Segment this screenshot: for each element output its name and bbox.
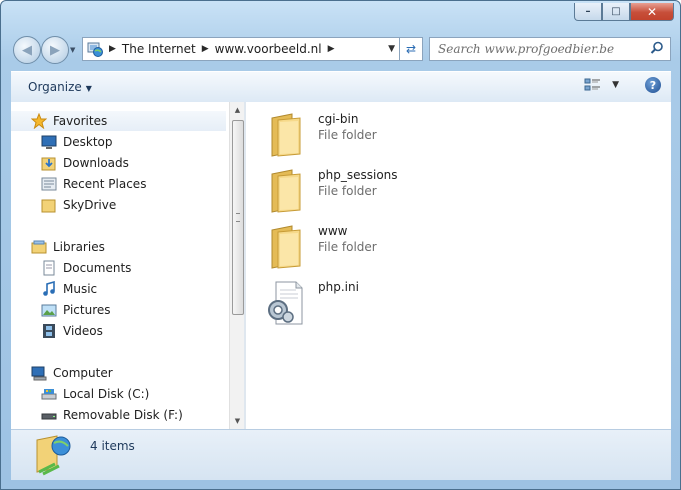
- file-type: File folder: [318, 240, 377, 254]
- maximize-icon: □: [611, 5, 621, 17]
- sidebar-item-label: Desktop: [63, 135, 113, 149]
- sidebar-item-skydrive[interactable]: SkyDrive: [41, 195, 116, 215]
- explorer-window: – □ ✕ ◀ ▶ ▼ ▶ The Internet ▶ www.voorbee…: [0, 0, 681, 490]
- minimize-button[interactable]: –: [574, 3, 602, 21]
- breadcrumb-separator-icon[interactable]: ▶: [328, 44, 335, 54]
- back-button[interactable]: ◀: [13, 36, 41, 64]
- sidebar-item-removable-disk[interactable]: Removable Disk (F:): [41, 405, 183, 425]
- file-item-php-ini[interactable]: php.ini: [266, 280, 359, 326]
- folder-icon: [271, 113, 301, 157]
- forward-arrow-icon: ▶: [50, 42, 60, 58]
- sidebar-item-local-disk[interactable]: Local Disk (C:): [41, 384, 149, 404]
- libraries-icon: [31, 240, 47, 254]
- downloads-folder-icon: [41, 157, 56, 171]
- documents-icon: [43, 260, 55, 276]
- config-file-icon: [268, 281, 303, 325]
- file-type: File folder: [318, 128, 377, 142]
- recent-places-icon: [41, 177, 57, 191]
- search-box[interactable]: Search www.profgoedbier.be: [429, 37, 671, 61]
- breadcrumb-separator-icon[interactable]: ▶: [109, 44, 116, 54]
- sidebar-item-label: Downloads: [63, 156, 129, 170]
- sidebar-item-downloads[interactable]: Downloads: [41, 153, 129, 173]
- file-name: php.ini: [318, 280, 359, 294]
- music-note-icon: [43, 281, 55, 296]
- sidebar-item-pictures[interactable]: Pictures: [41, 300, 111, 320]
- sidebar-item-desktop[interactable]: Desktop: [41, 132, 113, 152]
- file-name: cgi-bin: [318, 112, 359, 126]
- desktop-icon: [41, 135, 57, 149]
- search-icon[interactable]: [650, 41, 664, 55]
- scroll-up-icon[interactable]: ▲: [230, 102, 245, 118]
- star-icon: [31, 113, 47, 129]
- scrollbar-thumb[interactable]: [232, 120, 244, 315]
- close-button[interactable]: ✕: [630, 3, 674, 21]
- command-bar: Organize ▼ ▼ ?: [11, 71, 671, 103]
- skydrive-folder-icon: [41, 199, 56, 213]
- address-bar[interactable]: ▶ The Internet ▶ www.voorbeeld.nl ▶ ▼: [82, 37, 400, 61]
- chevron-down-icon: ▼: [85, 84, 92, 93]
- item-count: 4 items: [90, 439, 135, 453]
- sidebar-item-label: Computer: [53, 366, 113, 380]
- sidebar-item-label: Pictures: [63, 303, 111, 317]
- sidebar-item-label: Local Disk (C:): [63, 387, 150, 401]
- back-arrow-icon: ◀: [22, 42, 32, 58]
- file-name: www: [318, 224, 348, 238]
- pictures-icon: [41, 304, 57, 317]
- details-pane: 4 items: [11, 429, 671, 480]
- sidebar-item-recent-places[interactable]: Recent Places: [41, 174, 146, 194]
- change-view-icon[interactable]: [584, 77, 602, 93]
- sidebar-item-label: Recent Places: [63, 177, 147, 191]
- minimize-icon: –: [585, 5, 591, 17]
- refresh-button[interactable]: ⇄: [399, 37, 423, 61]
- breadcrumb-item-site[interactable]: www.voorbeeld.nl: [215, 42, 322, 56]
- videos-filmstrip-icon: [43, 324, 55, 338]
- sidebar-item-computer[interactable]: Computer: [31, 363, 113, 383]
- file-name: php_sessions: [318, 168, 398, 182]
- network-folder-icon: [36, 435, 71, 476]
- forward-button[interactable]: ▶: [41, 36, 69, 64]
- sidebar-item-label: Libraries: [53, 240, 105, 254]
- folder-icon: [271, 169, 301, 213]
- address-history-dropdown-icon[interactable]: ▼: [388, 44, 395, 54]
- recent-pages-dropdown-icon[interactable]: ▼: [70, 46, 75, 54]
- file-type: File folder: [318, 184, 377, 198]
- breadcrumb-item-the-internet[interactable]: The Internet: [122, 42, 196, 56]
- sidebar-item-label: Favorites: [53, 114, 108, 128]
- navigation-pane-scrollbar[interactable]: ▲ ▼: [229, 102, 245, 429]
- breadcrumb-separator-icon[interactable]: ▶: [202, 44, 209, 54]
- hard-disk-icon: [41, 389, 57, 400]
- sidebar-item-favorites[interactable]: Favorites: [31, 111, 107, 131]
- navigation-pane: Favorites Desktop Downloads Recent Place…: [11, 102, 229, 429]
- refresh-icon: ⇄: [405, 42, 417, 56]
- sidebar-item-label: Music: [63, 282, 98, 296]
- maximize-button[interactable]: □: [602, 3, 630, 21]
- sidebar-item-label: SkyDrive: [63, 198, 117, 212]
- scroll-down-icon[interactable]: ▼: [230, 413, 245, 429]
- sidebar-item-libraries[interactable]: Libraries: [31, 237, 105, 257]
- view-options-dropdown-icon[interactable]: ▼: [612, 80, 619, 90]
- search-input[interactable]: Search www.profgoedbier.be: [438, 42, 614, 56]
- toolbar-right: ▼ ?: [584, 77, 661, 93]
- computer-icon: [31, 366, 47, 381]
- sidebar-item-label: Removable Disk (F:): [63, 408, 183, 422]
- organize-label: Organize: [28, 80, 82, 94]
- organize-button[interactable]: Organize ▼: [28, 80, 92, 94]
- network-location-icon: [87, 42, 103, 57]
- help-button[interactable]: ?: [645, 77, 661, 93]
- folder-icon: [271, 225, 301, 269]
- file-item-www[interactable]: www File folder: [266, 224, 377, 270]
- sidebar-item-label: Documents: [63, 261, 132, 275]
- caption-buttons: – □ ✕: [574, 3, 674, 21]
- sidebar-item-videos[interactable]: Videos: [41, 321, 103, 341]
- sidebar-item-music[interactable]: Music: [41, 279, 97, 299]
- file-item-php-sessions[interactable]: php_sessions File folder: [266, 168, 398, 214]
- close-icon: ✕: [646, 4, 658, 19]
- file-list: cgi-bin File folder php_sessions File fold…: [246, 102, 671, 429]
- scrollbar-grip-icon: [236, 213, 240, 222]
- file-item-cgi-bin[interactable]: cgi-bin File folder: [266, 112, 377, 158]
- sidebar-item-documents[interactable]: Documents: [41, 258, 131, 278]
- removable-disk-icon: [41, 413, 57, 420]
- sidebar-item-label: Videos: [63, 324, 103, 338]
